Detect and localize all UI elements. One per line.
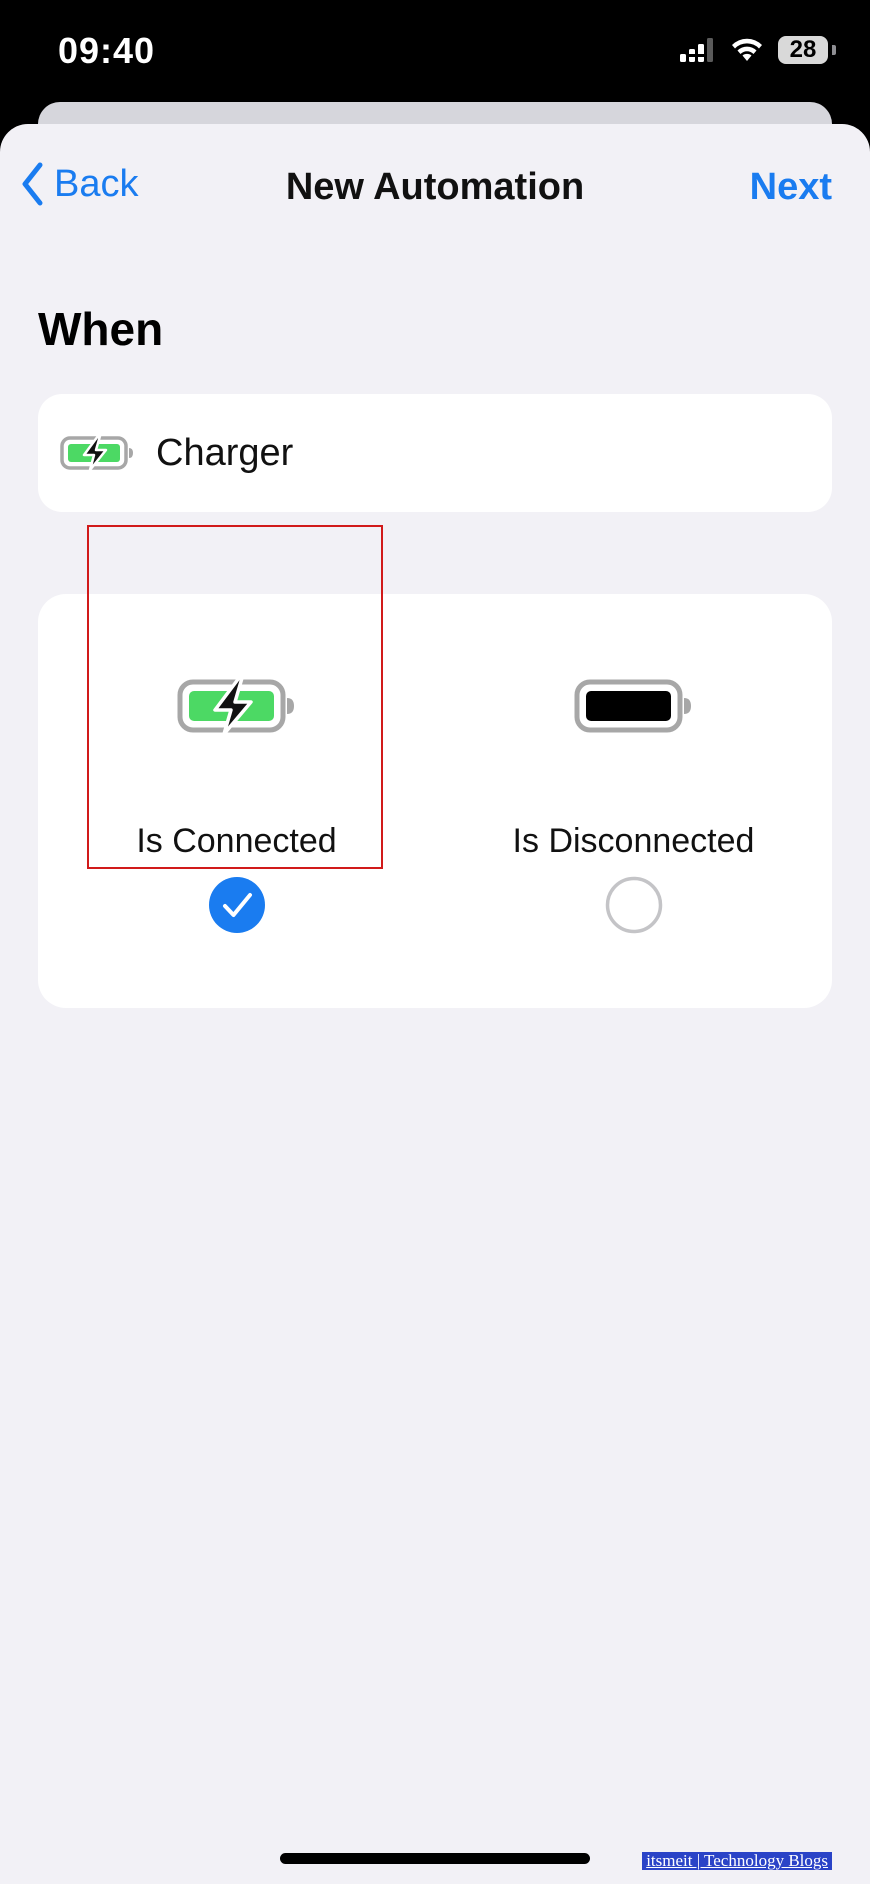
charging-battery-icon — [60, 434, 133, 472]
charging-battery-icon — [177, 676, 294, 736]
option-label: Is Disconnected — [512, 822, 755, 860]
checkmark-selected-icon[interactable] — [208, 876, 266, 934]
trigger-label: Charger — [156, 431, 294, 474]
page-title: New Automation — [285, 166, 585, 208]
status-icons: 28 — [680, 36, 836, 64]
battery-level: 28 — [789, 36, 817, 63]
nav-bar: Back New Automation Next — [0, 124, 870, 256]
radio-unselected-icon[interactable] — [605, 876, 663, 934]
watermark: itsmeit | Technology Blogs — [642, 1852, 832, 1870]
battery-icon: 28 — [778, 36, 828, 64]
status-time: 09:40 — [58, 30, 156, 71]
battery-nub — [832, 45, 836, 55]
section-heading: When — [38, 303, 164, 355]
status-bar: 09:40 28 — [0, 0, 870, 104]
trigger-row[interactable]: Charger — [38, 394, 832, 512]
options-card: Is Connected Is Disconnected — [38, 594, 832, 1008]
cellular-signal-icon — [680, 38, 713, 62]
option-label: Is Connected — [136, 822, 337, 860]
option-is-connected[interactable]: Is Connected — [38, 594, 435, 1008]
option-is-disconnected[interactable]: Is Disconnected — [435, 594, 832, 1008]
next-button[interactable]: Next — [750, 166, 832, 209]
battery-icon — [574, 679, 691, 733]
wifi-icon — [732, 38, 762, 61]
automation-sheet: Back New Automation Next When Charger Is… — [0, 124, 870, 1884]
home-indicator — [280, 1853, 590, 1864]
